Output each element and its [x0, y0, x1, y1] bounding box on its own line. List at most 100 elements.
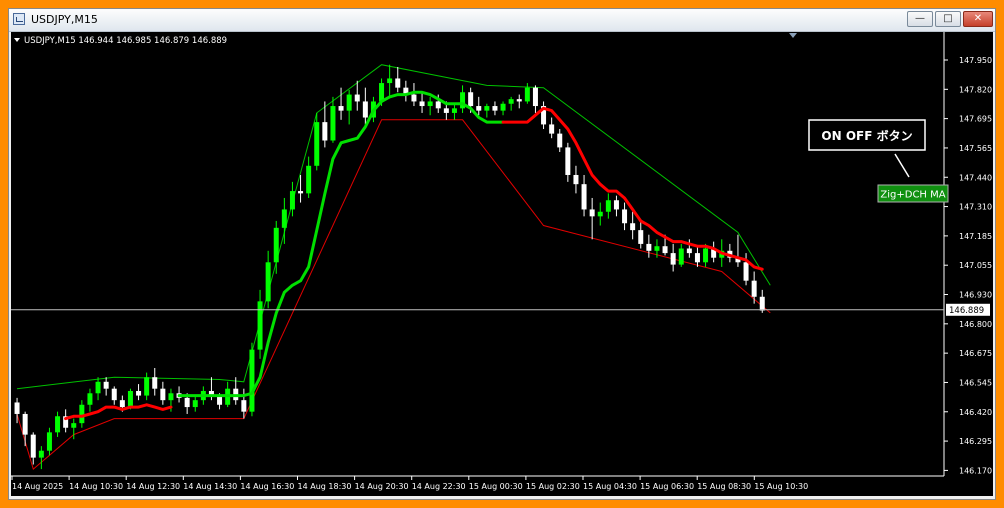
time-tick-label: 14 Aug 20:30 [355, 482, 409, 491]
price-tick-label: 147.310 [959, 203, 992, 212]
time-tick-label: 15 Aug 04:30 [583, 482, 637, 491]
candle-body [646, 243, 652, 251]
candle-body [451, 108, 457, 113]
candle-body [557, 133, 563, 148]
close-button[interactable]: ✕ [963, 11, 993, 27]
price-tick-label: 147.695 [959, 115, 992, 124]
candle-body [257, 301, 263, 350]
candle-body [79, 404, 85, 424]
candle-body [362, 101, 368, 118]
price-tick-label: 146.800 [959, 320, 992, 329]
time-tick-label: 14 Aug 12:30 [126, 482, 180, 491]
candle-body [743, 262, 749, 281]
candle-body [694, 253, 700, 263]
candle-body [111, 388, 117, 401]
candle-body [127, 390, 133, 408]
candle-body [484, 106, 490, 111]
candle-body [152, 377, 158, 389]
time-tick-label: 15 Aug 08:30 [697, 482, 751, 491]
time-tick-label: 15 Aug 00:30 [469, 482, 523, 491]
time-tick-label: 14 Aug 14:30 [183, 482, 237, 491]
chart-background [11, 32, 993, 496]
annotation-label: ON OFF ボタン [821, 128, 912, 143]
candle-body [589, 209, 595, 217]
candle-body [565, 147, 571, 175]
candle-body [411, 94, 417, 102]
candle-body [532, 87, 538, 107]
candle-body [524, 87, 530, 102]
candle-body [662, 246, 668, 254]
candle-body [14, 402, 20, 414]
candle-body [289, 191, 295, 210]
price-tick-label: 147.440 [959, 173, 992, 182]
price-tick-label: 147.820 [959, 85, 992, 94]
time-tick-label: 14 Aug 18:30 [298, 482, 352, 491]
candle-body [314, 122, 320, 166]
toggle-button-label[interactable]: Zig+DCH MA [880, 190, 945, 201]
candle-body [30, 434, 36, 458]
price-tick-label: 147.185 [959, 232, 992, 241]
candle-body [395, 78, 401, 88]
price-tick-label: 147.565 [959, 144, 992, 153]
time-tick-label: 15 Aug 02:30 [526, 482, 580, 491]
candle-body [678, 248, 684, 265]
candle-body [630, 223, 636, 231]
chart-window-icon [13, 13, 25, 25]
candle-body [500, 103, 506, 111]
candle-body [306, 165, 312, 194]
candle-body [419, 101, 425, 107]
candle-body [22, 413, 28, 435]
time-tick-label: 14 Aug 2025 [12, 482, 63, 491]
candle-body [168, 393, 174, 401]
candle-body [573, 174, 579, 185]
price-tick-label: 146.295 [959, 437, 992, 446]
price-tick-label: 146.420 [959, 408, 992, 417]
candle-body [476, 106, 482, 111]
candle-body [468, 92, 474, 107]
candle-body [265, 262, 271, 302]
candle-body [192, 400, 198, 408]
candle-body [427, 101, 433, 107]
minimize-button[interactable]: — [907, 11, 933, 27]
candle-body [46, 432, 52, 451]
candle-body [638, 230, 644, 244]
price-tick-label: 146.170 [959, 466, 992, 475]
price-tick-label: 146.545 [959, 378, 992, 387]
candle-body [160, 388, 166, 401]
candle-body [87, 393, 93, 405]
candle-body [379, 83, 385, 102]
toggle-button[interactable]: Zig+DCH MA [877, 184, 949, 203]
candle-body [516, 99, 522, 102]
candle-body [38, 450, 44, 458]
candle-body [322, 122, 328, 141]
candle-body [184, 397, 190, 408]
candle-body [346, 94, 352, 111]
price-tick-label: 147.950 [959, 56, 992, 65]
title-bar[interactable]: USDJPY,M15 — □ ✕ [9, 9, 995, 32]
candle-body [298, 191, 304, 194]
candle-body [686, 248, 692, 254]
candle-body [338, 106, 344, 111]
candle-body [136, 390, 142, 396]
candle-body [597, 211, 603, 217]
candle-body [241, 400, 247, 412]
candle-body [581, 184, 587, 210]
window-title: USDJPY,M15 [31, 13, 98, 26]
symbol-header: USDJPY,M15 146.944 146.985 146.879 146.8… [24, 36, 227, 46]
time-tick-label: 15 Aug 10:30 [754, 482, 808, 491]
candle-body [549, 124, 555, 134]
candle-body [273, 227, 279, 263]
candle-body [103, 381, 109, 389]
candle-body [281, 209, 287, 228]
candle-body [55, 416, 61, 433]
candle-body [71, 423, 77, 428]
candle-body [605, 200, 611, 212]
candle-body [443, 108, 449, 113]
candle-body [492, 106, 498, 111]
maximize-button[interactable]: □ [935, 11, 961, 27]
candle-body [387, 78, 393, 84]
candle-body [613, 200, 619, 210]
time-tick-label: 14 Aug 10:30 [69, 482, 123, 491]
current-price-tag-label: 146.889 [949, 306, 984, 316]
price-chart[interactable]: 147.950 147.820 147.695 147.565 147.440 147.3… [11, 32, 993, 496]
